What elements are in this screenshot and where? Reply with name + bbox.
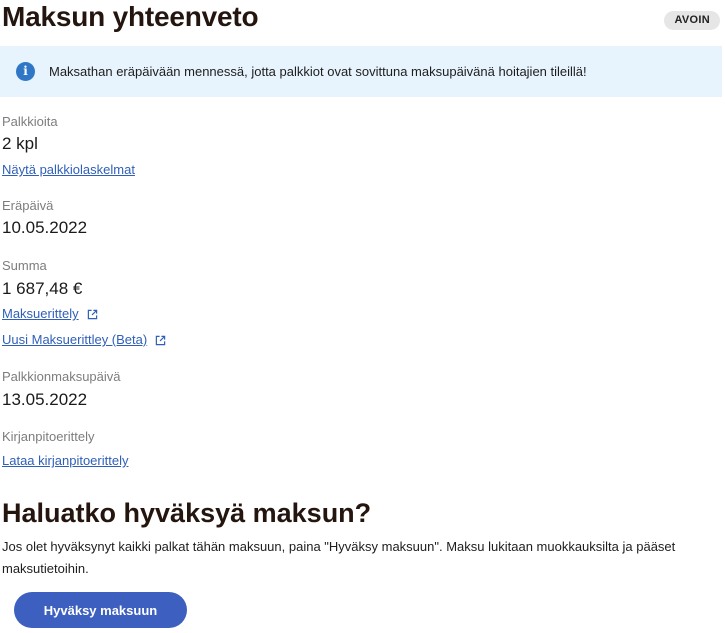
external-link-icon [155, 335, 166, 345]
payment-breakdown-label: Maksuerittely [2, 306, 79, 321]
external-link-icon [87, 309, 97, 319]
fees-label: Palkkioita [2, 114, 58, 129]
download-accounting-breakdown-link[interactable]: Lataa kirjanpitoerittely [2, 453, 128, 469]
fees-value: 2 kpl [2, 134, 38, 153]
info-text: Maksathan eräpäivään mennessä, jotta pal… [49, 64, 587, 79]
payment-date-label: Palkkionmaksupäivä [2, 369, 121, 384]
show-fee-calculations-label: Näytä palkkiolaskelmat [2, 162, 135, 177]
due-date-value: 10.05.2022 [2, 218, 88, 237]
info-banner: i Maksathan eräpäivään mennessä, jotta p… [0, 46, 722, 97]
header: Maksun yhteenveto AVOIN [2, 0, 722, 36]
page-title: Maksun yhteenveto [2, 1, 259, 32]
approve-payment-button[interactable]: Hyväksy maksuun [14, 592, 187, 628]
show-fee-calculations-link[interactable]: Näytä palkkiolaskelmat [2, 162, 135, 178]
download-accounting-breakdown-label: Lataa kirjanpitoerittely [2, 453, 129, 468]
new-payment-breakdown-beta-link[interactable]: Uusi Maksuerittley (Beta) [2, 332, 166, 348]
due-date-label: Eräpäivä [2, 198, 54, 213]
payment-breakdown-link[interactable]: Maksuerittely [2, 306, 98, 322]
payment-date-value: 13.05.2022 [2, 390, 88, 409]
sum-value: 1 687,48 € [2, 279, 83, 298]
sum-label: Summa [2, 258, 47, 273]
status-badge: AVOIN [664, 11, 720, 30]
approval-description: Jos olet hyväksynyt kaikki palkat tähän … [2, 539, 676, 576]
approval-title: Haluatko hyväksyä maksun? [2, 498, 372, 528]
info-icon: i [16, 62, 35, 81]
payment-summary-page: Maksun yhteenveto AVOIN i Maksathan eräp… [0, 0, 725, 633]
accounting-label: Kirjanpitoerittely [2, 429, 95, 444]
new-payment-breakdown-beta-label: Uusi Maksuerittley (Beta) [2, 332, 148, 347]
